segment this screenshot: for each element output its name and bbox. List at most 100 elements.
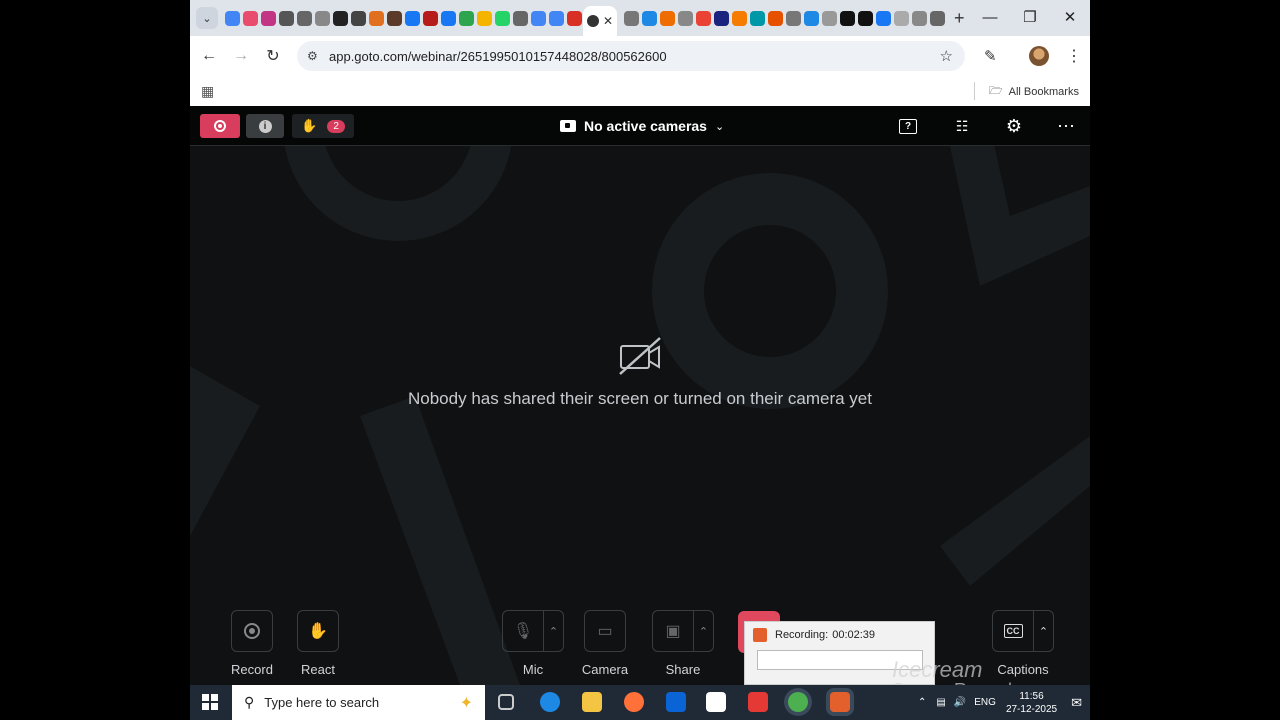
tab-favicon[interactable] bbox=[549, 10, 564, 26]
tab-favicon[interactable] bbox=[822, 10, 837, 26]
close-window-icon[interactable]: ✕ bbox=[1050, 0, 1090, 34]
task-view-icon[interactable] bbox=[498, 694, 514, 710]
edge-icon[interactable] bbox=[540, 692, 560, 712]
tab-favicon[interactable] bbox=[567, 10, 582, 26]
more-options-icon[interactable]: ⋯ bbox=[1056, 116, 1076, 136]
tab-favicon[interactable] bbox=[840, 10, 855, 26]
tab-favicon[interactable] bbox=[441, 10, 456, 26]
captions-options-caret[interactable]: ⌃ bbox=[1034, 610, 1054, 652]
tab-favicon[interactable] bbox=[678, 10, 693, 26]
tab-favicon[interactable] bbox=[858, 10, 873, 26]
site-info-icon[interactable]: ⚙ bbox=[307, 49, 323, 63]
tab-favicon[interactable] bbox=[660, 10, 675, 26]
minimize-icon[interactable]: — bbox=[970, 0, 1010, 34]
settings-gear-icon[interactable]: ⚙ bbox=[1004, 116, 1024, 136]
network-icon[interactable]: ▤ bbox=[936, 697, 945, 708]
tab-favicon[interactable] bbox=[351, 10, 366, 26]
tab-favicon[interactable] bbox=[243, 10, 258, 26]
windows-start-icon[interactable] bbox=[202, 694, 218, 710]
tab-favicon[interactable] bbox=[732, 10, 747, 26]
mic-options-caret[interactable]: ⌃ bbox=[544, 610, 564, 652]
tab-favicon[interactable] bbox=[714, 10, 729, 26]
reload-icon[interactable]: ↻ bbox=[257, 46, 289, 66]
recording-indicator-button[interactable] bbox=[200, 114, 240, 138]
notifications-icon[interactable]: ✉ bbox=[1071, 695, 1082, 711]
cameras-dropdown[interactable]: No active cameras ⌄ bbox=[560, 106, 724, 146]
clock[interactable]: 11:56 27-12-2025 bbox=[1006, 690, 1057, 716]
tab-favicon[interactable] bbox=[225, 10, 240, 26]
forward-icon[interactable]: → bbox=[225, 47, 257, 65]
captions-icon[interactable]: CC bbox=[992, 610, 1034, 652]
tab-favicon[interactable] bbox=[696, 10, 711, 26]
store-icon[interactable] bbox=[706, 692, 726, 712]
tab-favicon[interactable] bbox=[459, 10, 474, 26]
tab-search-button[interactable]: ⌄ bbox=[196, 7, 218, 29]
taskbar-search[interactable]: ⚲ Type here to search ✦ bbox=[232, 685, 485, 720]
all-bookmarks-button[interactable]: 🗁 All Bookmarks bbox=[989, 82, 1079, 101]
info-button[interactable]: i bbox=[246, 114, 284, 138]
firefox-icon[interactable] bbox=[624, 692, 644, 712]
tab-favicon[interactable] bbox=[750, 10, 765, 26]
tab-favicon[interactable] bbox=[624, 10, 639, 26]
volume-icon[interactable]: 🔊 bbox=[954, 697, 966, 708]
tab-favicon[interactable] bbox=[786, 10, 801, 26]
menu-icon[interactable]: ⋮ bbox=[1066, 46, 1082, 66]
tab-favicon[interactable] bbox=[333, 10, 348, 26]
tab-favicon[interactable] bbox=[876, 10, 891, 26]
tab-favicon[interactable] bbox=[513, 10, 528, 26]
react-control[interactable]: ✋ React bbox=[288, 610, 348, 677]
tab-favicon[interactable] bbox=[387, 10, 402, 26]
react-hand-icon[interactable]: ✋ bbox=[297, 610, 339, 652]
url-text[interactable]: app.goto.com/webinar/2651995010157448028… bbox=[329, 49, 667, 64]
copilot-sparkle-icon[interactable]: ✦ bbox=[460, 693, 473, 713]
share-control[interactable]: ▣ ⌃ Share bbox=[645, 610, 721, 677]
maximize-icon[interactable]: ❐ bbox=[1010, 0, 1050, 34]
tab-favicon[interactable] bbox=[405, 10, 420, 26]
outlook-icon[interactable] bbox=[666, 692, 686, 712]
chrome-icon[interactable] bbox=[788, 692, 808, 712]
icecream-recorder-icon[interactable] bbox=[830, 692, 850, 712]
qna-icon[interactable]: ? bbox=[898, 116, 918, 136]
record-control[interactable]: Record bbox=[222, 610, 282, 677]
tab-favicon[interactable] bbox=[279, 10, 294, 26]
raised-hands-button[interactable]: ✋ 2 bbox=[292, 114, 354, 138]
extensions-icon[interactable]: ✎ bbox=[984, 47, 997, 65]
toolbar: ← → ↻ ⚙ app.goto.com/webinar/26519950101… bbox=[190, 36, 1090, 76]
profile-avatar[interactable] bbox=[1029, 46, 1049, 66]
tab-favicon[interactable] bbox=[894, 10, 909, 26]
tab-favicon[interactable] bbox=[477, 10, 492, 26]
share-screen-icon[interactable]: ▣ bbox=[652, 610, 694, 652]
tab-favicon[interactable] bbox=[804, 10, 819, 26]
tab-favicon[interactable] bbox=[369, 10, 384, 26]
tab-favicon[interactable] bbox=[297, 10, 312, 26]
handouts-icon[interactable]: ☷ bbox=[952, 116, 972, 136]
tab-favicon[interactable] bbox=[261, 10, 276, 26]
record-icon[interactable] bbox=[231, 610, 273, 652]
language-indicator[interactable]: ENG bbox=[974, 697, 996, 708]
active-tab[interactable]: ✕ bbox=[583, 6, 617, 36]
tab-favicon[interactable] bbox=[930, 10, 945, 26]
bookmark-star-icon[interactable]: ☆ bbox=[940, 47, 953, 65]
tab-favicon[interactable] bbox=[912, 10, 927, 26]
tab-favicon[interactable] bbox=[315, 10, 330, 26]
tab-favicon[interactable] bbox=[768, 10, 783, 26]
camera-off-button-icon[interactable]: ▭ bbox=[584, 610, 626, 652]
tab-favicon[interactable] bbox=[531, 10, 546, 26]
record-label: Record bbox=[231, 662, 273, 677]
mic-control[interactable]: 🎙 ⌃ Mic bbox=[495, 610, 571, 677]
share-options-caret[interactable]: ⌃ bbox=[694, 610, 714, 652]
tab-favicon[interactable] bbox=[423, 10, 438, 26]
apps-grid-icon[interactable]: ▦ bbox=[201, 83, 214, 100]
new-tab-button[interactable]: + bbox=[954, 8, 965, 29]
tab-favicon[interactable] bbox=[642, 10, 657, 26]
close-tab-icon[interactable]: ✕ bbox=[603, 14, 613, 28]
back-icon[interactable]: ← bbox=[193, 47, 225, 65]
bookmarks-bar: ▦ 🗁 All Bookmarks bbox=[190, 76, 1090, 106]
address-bar[interactable]: ⚙ app.goto.com/webinar/26519950101574480… bbox=[297, 41, 965, 71]
mic-off-icon[interactable]: 🎙 bbox=[502, 610, 544, 652]
tab-favicon[interactable] bbox=[495, 10, 510, 26]
tray-chevron-icon[interactable]: ⌃ bbox=[918, 697, 926, 708]
file-explorer-icon[interactable] bbox=[582, 692, 602, 712]
wps-icon[interactable] bbox=[748, 692, 768, 712]
camera-control[interactable]: ▭ Camera bbox=[575, 610, 635, 677]
